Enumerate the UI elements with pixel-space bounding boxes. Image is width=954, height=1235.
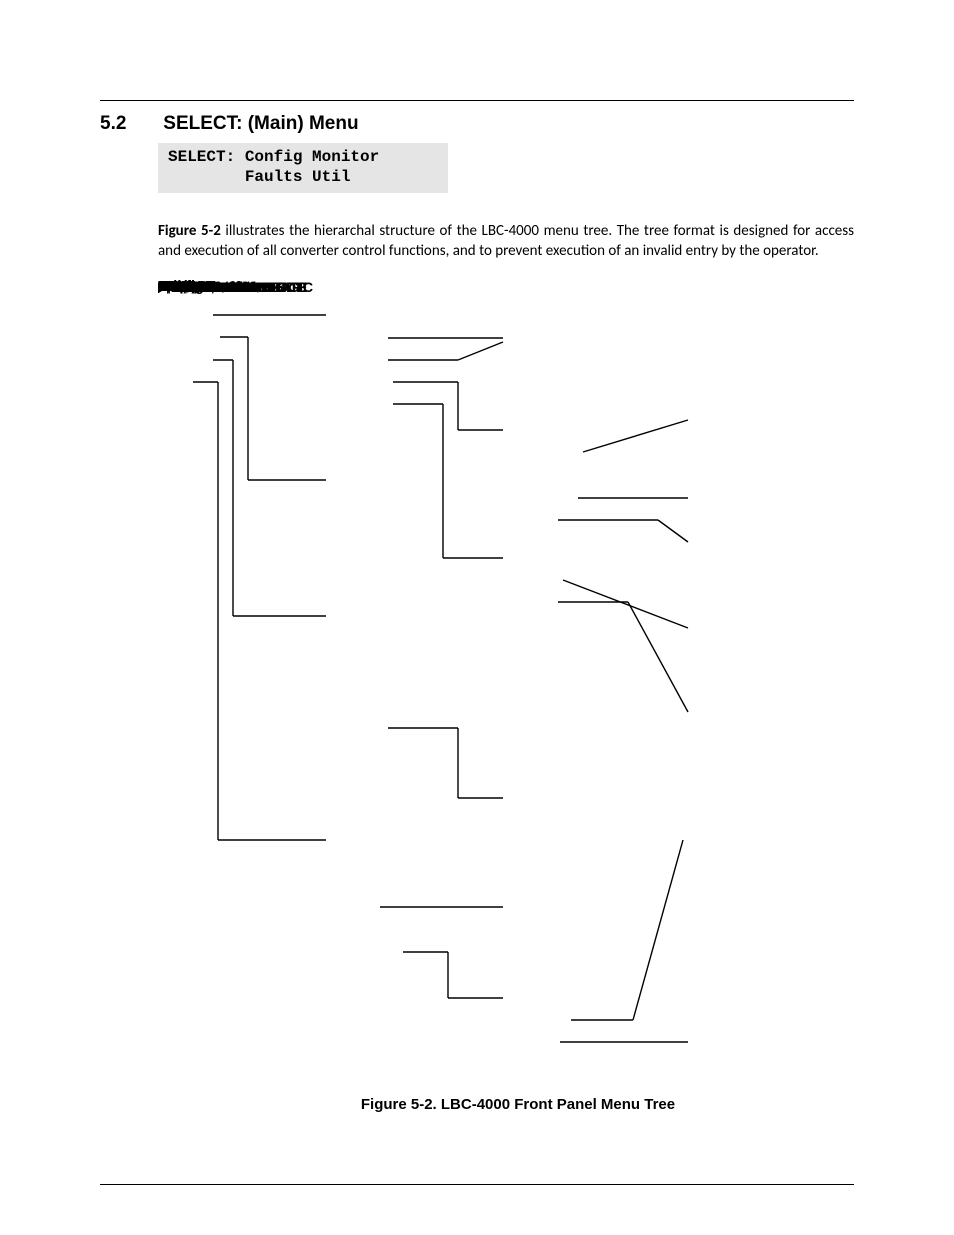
section-number: 5.2 <box>100 113 158 135</box>
figure-caption: Figure 5-2. LBC-4000 Front Panel Menu Tr… <box>158 1096 878 1113</box>
section-heading: 5.2 SELECT: (Main) Menu <box>100 113 854 135</box>
rule-bottom <box>100 1184 854 1185</box>
lcd-display: SELECT: Config Monitor Faults Util <box>158 143 448 193</box>
section-title: SELECT: (Main) Menu <box>163 113 358 134</box>
rule-top <box>100 100 854 101</box>
intro-paragraph: Figure 5-2 illustrates the hierarchal st… <box>158 221 854 262</box>
diagram-connectors <box>158 280 878 1090</box>
page: 5.2 SELECT: (Main) Menu SELECT: Config M… <box>0 0 954 1235</box>
time-item: 000-999m <box>158 280 216 294</box>
menu-tree-diagram: SELECT: Config Monitor Faults Util CONFI… <box>158 280 878 1090</box>
figure-ref: Figure 5-2 <box>158 222 221 240</box>
